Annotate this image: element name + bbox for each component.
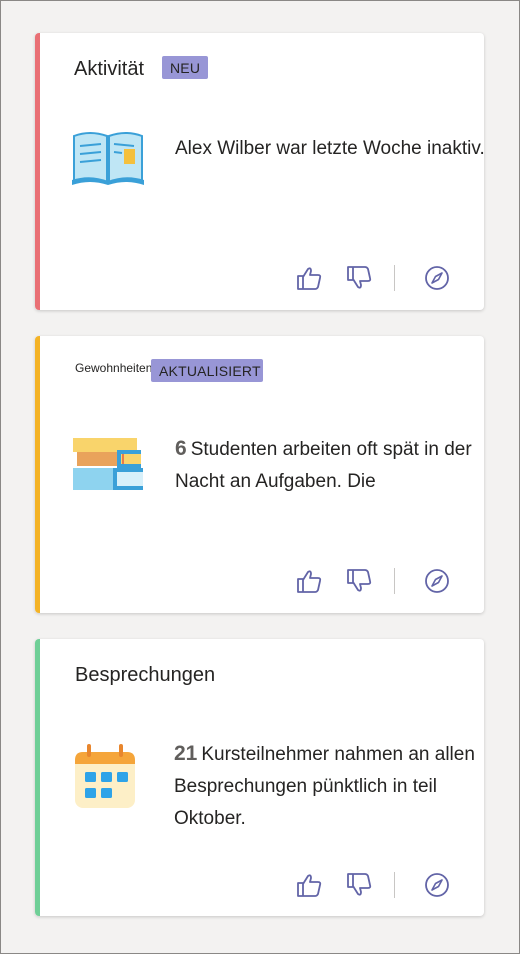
card-accent-bar (35, 639, 40, 916)
thumbs-up-icon (297, 570, 322, 593)
actions-divider (394, 872, 395, 898)
card-message: Alex Wilber war letzte Woche inaktiv. (175, 138, 484, 159)
card-body-text: 6 Studenten arbeiten oft spät in der Nach… (175, 433, 484, 498)
card-body-text: 21 Kursteilnehmer nahmen an allen Besprec… (174, 738, 479, 835)
explore-button[interactable] (422, 263, 452, 293)
compass-icon (425, 569, 449, 593)
thumbs-up-button[interactable] (294, 870, 324, 900)
updated-badge: AKTUALISIERT (151, 359, 263, 382)
card-message: Kursteilnehmer nahmen an allen Besprechu… (174, 744, 475, 829)
card-title: Besprechungen (75, 664, 216, 686)
card-title: Aktivität (74, 58, 145, 80)
insight-card-habits: Gewohnheiten AKTUALISIERT 6 Studenten arb… (35, 336, 484, 613)
meeting-count: 21 (174, 742, 198, 765)
new-badge: NEU (162, 56, 209, 79)
insight-card-activity: Aktivität NEU Alex Wilber war letzte Woc… (35, 33, 484, 310)
card-title: Gewohnheiten (75, 361, 153, 375)
actions-divider (394, 265, 395, 291)
thumbs-up-button[interactable] (294, 263, 324, 293)
card-body-text: Alex Wilber war letzte Woche inaktiv. (175, 133, 484, 165)
card-actions (294, 870, 454, 900)
explore-button[interactable] (422, 566, 452, 596)
insight-card-meetings: Besprechungen 21 Kursteilnehmer nahmen an… (35, 639, 484, 916)
calendar-icon (73, 744, 137, 815)
card-accent-bar (35, 336, 40, 613)
card-actions (294, 263, 454, 293)
card-accent-bar (35, 33, 40, 310)
thumbs-down-button[interactable] (344, 263, 374, 293)
book-stack-icon (73, 438, 145, 499)
thumbs-down-button[interactable] (344, 870, 374, 900)
card-message: Studenten arbeiten oft spät in der Nacht… (175, 439, 472, 492)
compass-icon (425, 266, 449, 290)
thumbs-down-icon (347, 873, 372, 896)
habit-count: 6 (175, 437, 187, 460)
open-book-icon (72, 128, 144, 191)
thumbs-up-icon (297, 267, 322, 290)
thumbs-down-icon (347, 569, 372, 592)
actions-divider (394, 568, 395, 594)
thumbs-down-button[interactable] (344, 566, 374, 596)
compass-icon (425, 873, 449, 897)
explore-button[interactable] (422, 870, 452, 900)
thumbs-down-icon (347, 266, 372, 289)
card-actions (294, 566, 454, 596)
thumbs-up-icon (297, 874, 322, 897)
thumbs-up-button[interactable] (294, 566, 324, 596)
